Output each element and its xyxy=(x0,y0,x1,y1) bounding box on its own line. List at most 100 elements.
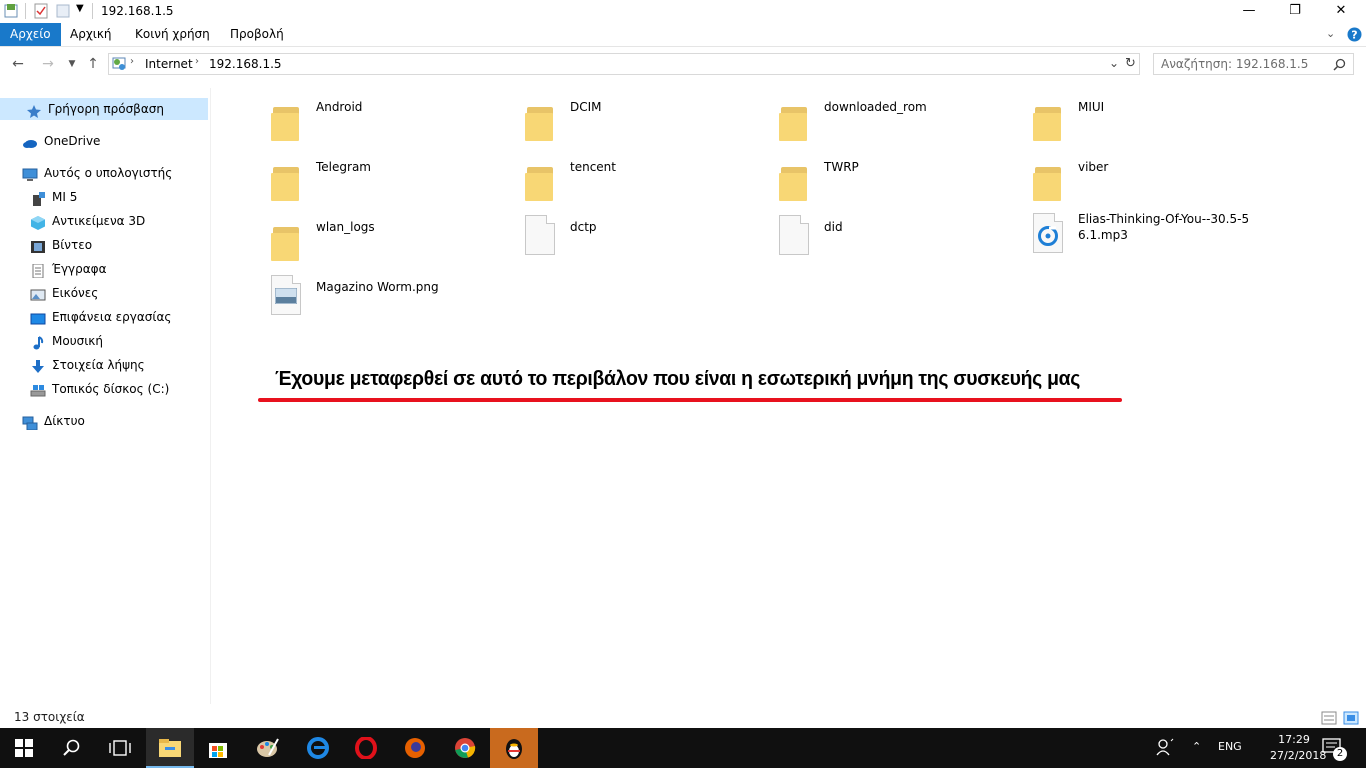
file-name: Magazino Worm.png xyxy=(316,280,439,294)
maximize-button[interactable]: ❐ xyxy=(1272,0,1318,23)
sidebar-item-documents[interactable]: Έγγραφα xyxy=(30,258,107,280)
breadcrumb-separator: › xyxy=(195,56,199,67)
image-file-icon xyxy=(271,273,303,317)
store-icon[interactable] xyxy=(194,728,242,768)
show-hidden-icons-icon[interactable]: ⌃ xyxy=(1192,740,1201,753)
details-view-icon[interactable] xyxy=(1321,711,1337,725)
item-count: 13 στοιχεία xyxy=(14,710,85,724)
tab-home[interactable]: Αρχική xyxy=(60,23,122,46)
phone-icon xyxy=(30,191,46,206)
sidebar-item-pictures[interactable]: Εικόνες xyxy=(30,282,98,304)
tab-view[interactable]: Προβολή xyxy=(220,23,294,46)
recent-locations-icon[interactable]: ▼ xyxy=(62,54,82,74)
sidebar-item-network[interactable]: Δίκτυο xyxy=(22,410,85,432)
breadcrumb-separator: › xyxy=(130,56,134,67)
address-dropdown-icon[interactable]: ⌄ xyxy=(1109,56,1119,70)
annotation-caption: Έχουμε μεταφερθεί σε αυτό το περιβάλον π… xyxy=(275,368,1081,390)
file-name: MIUI xyxy=(1078,100,1105,114)
desktop-icon xyxy=(30,311,46,325)
sidebar-item-this-pc[interactable]: Αυτός ο υπολογιστής xyxy=(22,162,172,184)
svg-text:?: ? xyxy=(1351,29,1357,42)
sidebar-item-label: Εικόνες xyxy=(52,286,99,300)
sidebar-item-label: Τοπικός δίσκος (C:) xyxy=(52,382,170,396)
file-name: viber xyxy=(1078,160,1109,174)
cloud-icon xyxy=(22,135,38,149)
file-name: downloaded_rom xyxy=(824,100,927,114)
checkmark-doc-icon[interactable] xyxy=(33,3,49,19)
sidebar-item-3d-objects[interactable]: Αντικείμενα 3D xyxy=(30,210,145,232)
tab-share[interactable]: Κοινή χρήση xyxy=(125,23,220,46)
folder-item[interactable]: Android xyxy=(271,99,511,149)
search-input[interactable]: Αναζήτηση: 192.168.1.5 xyxy=(1153,53,1354,75)
expand-ribbon-icon[interactable]: ⌄ xyxy=(1326,27,1335,40)
folder-item[interactable]: downloaded_rom xyxy=(779,99,1019,149)
folder-item[interactable]: wlan_logs xyxy=(271,219,511,269)
folder-item[interactable]: tencent xyxy=(525,159,765,209)
edge-icon[interactable] xyxy=(294,728,342,768)
file-name: Telegram xyxy=(316,160,371,174)
notification-badge: 2 xyxy=(1333,747,1347,761)
qat-customize-icon[interactable]: ▼ xyxy=(76,3,84,14)
start-icon[interactable] xyxy=(0,728,48,768)
sidebar-item-music[interactable]: Μουσική xyxy=(30,330,103,352)
properties-icon[interactable] xyxy=(3,3,19,19)
folder-icon xyxy=(1033,99,1065,143)
folder-icon xyxy=(525,159,557,203)
file-name: Elias-Thinking-Of-You--30.5-56.1.mp3 xyxy=(1078,212,1250,242)
sidebar-item-label: Μουσική xyxy=(52,334,103,348)
folder-item[interactable]: viber xyxy=(1033,159,1273,209)
sidebar-item-label: Επιφάνεια εργασίας xyxy=(52,310,172,324)
file-name: DCIM xyxy=(570,100,602,114)
paint-icon[interactable] xyxy=(244,728,292,768)
breadcrumb-ip[interactable]: 192.168.1.5 xyxy=(209,57,282,71)
back-arrow-icon[interactable]: ← xyxy=(8,54,28,74)
new-folder-icon[interactable] xyxy=(55,3,71,19)
minimize-button[interactable]: — xyxy=(1226,0,1272,23)
folder-item[interactable]: MIUI xyxy=(1033,99,1273,149)
sidebar-item-videos[interactable]: Βίντεο xyxy=(30,234,92,256)
task-view-icon[interactable] xyxy=(96,728,144,768)
folder-item[interactable]: Telegram xyxy=(271,159,511,209)
chrome-icon[interactable] xyxy=(441,728,489,768)
clock[interactable]: 17:29 27/2/2018 xyxy=(1270,732,1327,764)
breadcrumb-internet[interactable]: Internet xyxy=(145,57,193,71)
help-icon[interactable]: ? xyxy=(1347,27,1362,42)
sidebar-item-mi5[interactable]: MI 5 xyxy=(30,186,77,208)
up-arrow-icon[interactable]: ↑ xyxy=(83,54,103,74)
sidebar-item-onedrive[interactable]: OneDrive xyxy=(22,130,100,152)
clock-date: 27/2/2018 xyxy=(1270,749,1327,762)
file-item[interactable]: Elias-Thinking-Of-You--30.5-56.1.mp3 xyxy=(1033,211,1273,261)
sidebar-item-quick-access[interactable]: Γρήγορη πρόσβαση xyxy=(0,98,208,120)
sidebar-item-desktop[interactable]: Επιφάνεια εργασίας xyxy=(30,306,171,328)
opera-icon[interactable] xyxy=(342,728,390,768)
search-icon[interactable] xyxy=(1333,58,1346,71)
star-icon xyxy=(26,103,42,118)
file-item[interactable]: Magazino Worm.png xyxy=(271,273,511,323)
file-item[interactable]: did xyxy=(779,213,1019,263)
close-button[interactable]: ✕ xyxy=(1318,0,1364,23)
file-item[interactable]: dctp xyxy=(525,213,765,263)
people-icon[interactable] xyxy=(1156,738,1174,759)
sidebar-item-local-disk[interactable]: Τοπικός δίσκος (C:) xyxy=(30,378,169,400)
folder-item[interactable]: TWRP xyxy=(779,159,1019,209)
address-bar[interactable]: › Internet › 192.168.1.5 ⌄ ↻ xyxy=(108,53,1140,75)
divider xyxy=(92,3,93,19)
sidebar-item-label: Γρήγορη πρόσβαση xyxy=(48,102,164,116)
window-title: 192.168.1.5 xyxy=(101,4,174,18)
refresh-icon[interactable]: ↻ xyxy=(1125,56,1136,71)
tab-file[interactable]: Αρχείο xyxy=(0,23,61,46)
sidebar-item-label: Αντικείμενα 3D xyxy=(52,214,146,228)
file-explorer-icon[interactable] xyxy=(146,728,194,768)
language-indicator[interactable]: ENG xyxy=(1218,740,1242,753)
file-name: Android xyxy=(316,100,363,114)
qq-penguin-icon[interactable] xyxy=(490,728,538,768)
clock-time: 17:29 xyxy=(1278,733,1310,746)
sidebar-item-downloads[interactable]: Στοιχεία λήψης xyxy=(30,354,145,376)
firefox-icon[interactable] xyxy=(391,728,439,768)
folder-item[interactable]: DCIM xyxy=(525,99,765,149)
sidebar-item-label: Έγγραφα xyxy=(52,262,107,276)
search-icon[interactable] xyxy=(48,728,96,768)
blank-file-icon xyxy=(779,213,811,257)
forward-arrow-icon[interactable]: → xyxy=(38,54,58,74)
large-icons-view-icon[interactable] xyxy=(1343,711,1359,725)
